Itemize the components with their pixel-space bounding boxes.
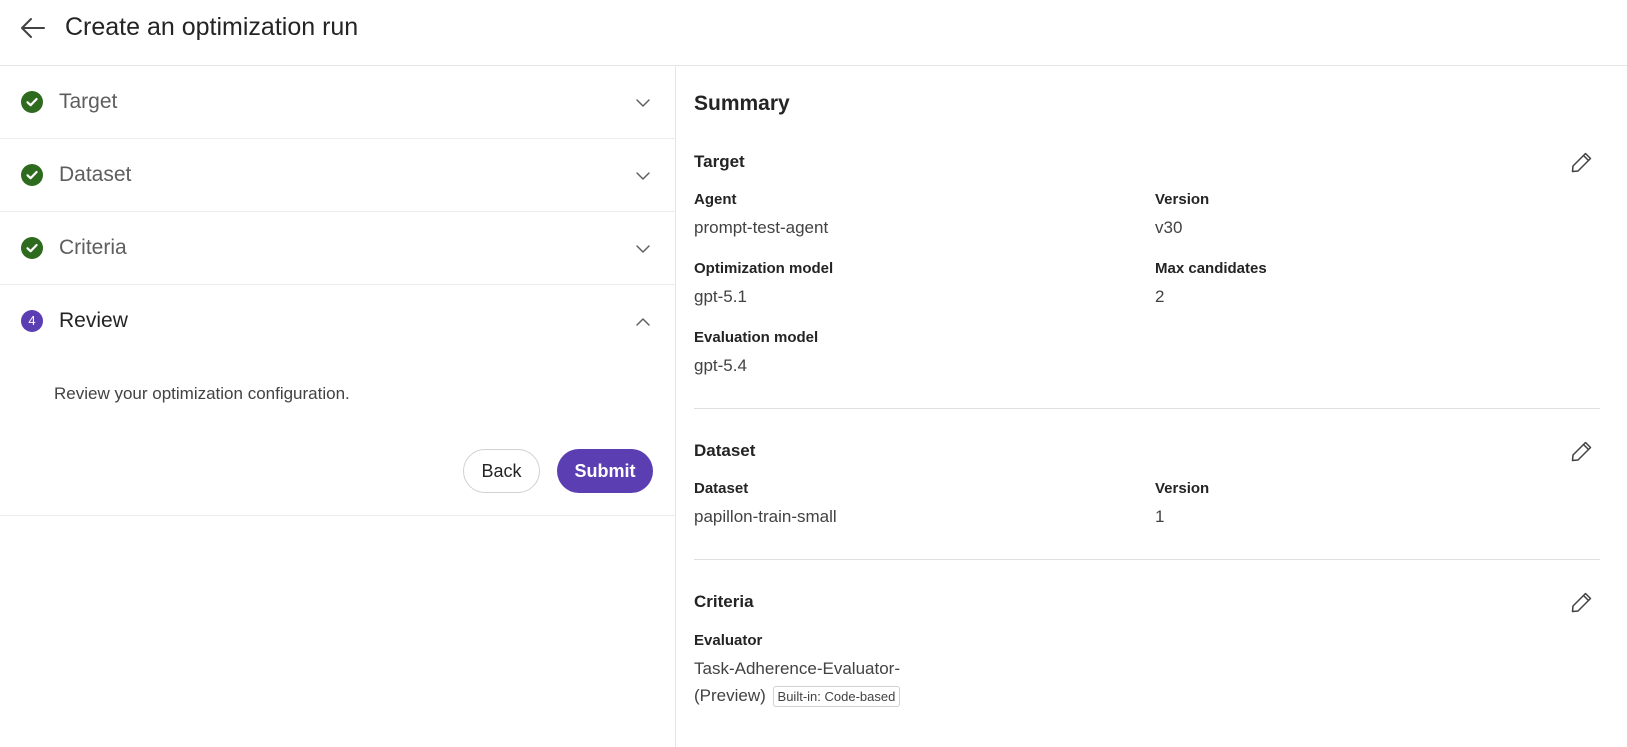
- optimization-model-label: Optimization model: [694, 260, 834, 277]
- evaluation-model-value: gpt-5.4: [694, 356, 747, 375]
- review-panel: Review your optimization configuration. …: [0, 358, 675, 516]
- step-review[interactable]: 4 Review: [0, 285, 675, 358]
- checkmark-circle-icon: [21, 91, 43, 113]
- dataset-section-title: Dataset: [694, 441, 756, 460]
- checkmark-circle-icon: [21, 237, 43, 259]
- agent-label: Agent: [694, 191, 737, 208]
- back-button[interactable]: Back: [463, 449, 540, 493]
- page-title: Create an optimization run: [65, 13, 359, 41]
- page-header: Create an optimization run: [0, 0, 1627, 66]
- chevron-down-icon: [636, 99, 650, 107]
- step-label: Target: [59, 90, 118, 113]
- max-candidates-value: 2: [1155, 287, 1165, 306]
- section-divider: [694, 559, 1600, 560]
- step-criteria[interactable]: Criteria: [0, 212, 675, 285]
- step-target[interactable]: Target: [0, 66, 675, 139]
- checkmark-circle-icon: [21, 164, 43, 186]
- edit-criteria-icon[interactable]: [1569, 589, 1595, 615]
- dataset-label: Dataset: [694, 480, 749, 497]
- summary-title: Summary: [694, 92, 790, 115]
- step-dataset[interactable]: Dataset: [0, 139, 675, 212]
- evaluator-type-badge: Built-in: Code-based: [772, 686, 901, 708]
- chevron-down-icon: [636, 245, 650, 253]
- review-description: Review your optimization configuration.: [54, 384, 350, 403]
- max-candidates-label: Max candidates: [1155, 260, 1267, 277]
- evaluator-value: Task-Adherence-Evaluator-: [694, 659, 900, 678]
- evaluator-value-continued: (Preview) Built-in: Code-based: [694, 684, 901, 708]
- step-number-badge: 4: [21, 310, 43, 332]
- arrow-left-icon[interactable]: [18, 13, 48, 43]
- edit-dataset-icon[interactable]: [1569, 438, 1595, 464]
- step-label: Review: [59, 309, 128, 332]
- step-label: Criteria: [59, 236, 127, 259]
- submit-button[interactable]: Submit: [557, 449, 653, 493]
- chevron-up-icon: [636, 318, 650, 326]
- section-divider: [694, 408, 1600, 409]
- edit-target-icon[interactable]: [1569, 149, 1595, 175]
- optimization-model-value: gpt-5.1: [694, 287, 747, 306]
- step-label: Dataset: [59, 163, 132, 186]
- evaluation-model-label: Evaluation model: [694, 329, 819, 346]
- stepper-panel: Target Dataset Criteria 4 Review Review …: [0, 66, 676, 747]
- dataset-version-value: 1: [1155, 507, 1165, 526]
- version-label: Version: [1155, 191, 1210, 208]
- dataset-version-label: Version: [1155, 480, 1210, 497]
- dataset-value: papillon-train-small: [694, 507, 837, 526]
- evaluator-preview-text: (Preview): [694, 686, 766, 705]
- version-value: v30: [1155, 218, 1183, 237]
- chevron-down-icon: [636, 172, 650, 180]
- summary-panel: Summary Target Agent prompt-test-agent V…: [676, 66, 1627, 747]
- criteria-section-title: Criteria: [694, 592, 754, 611]
- target-section-title: Target: [694, 152, 745, 171]
- evaluator-label: Evaluator: [694, 632, 763, 649]
- agent-value: prompt-test-agent: [694, 218, 829, 237]
